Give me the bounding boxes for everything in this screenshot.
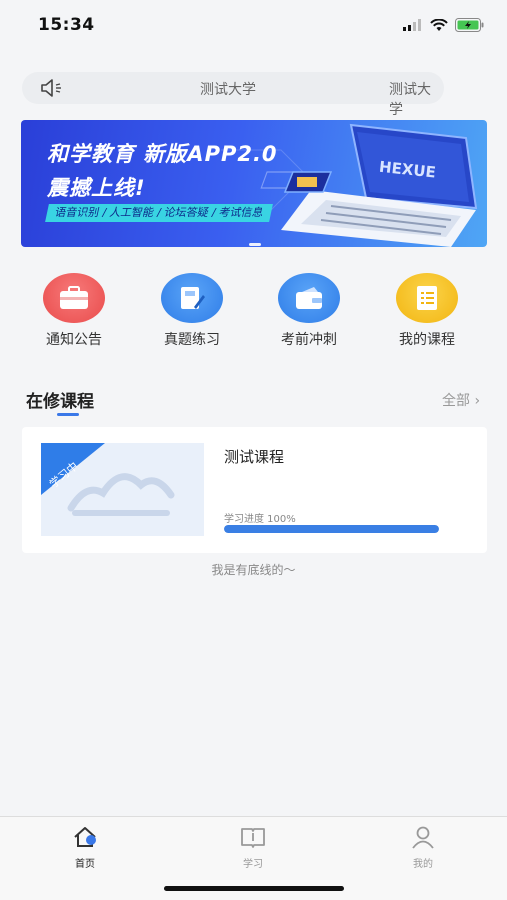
banner-tags: 语音识别 / 人工智能 / 论坛答疑 / 考试信息 bbox=[45, 204, 274, 222]
end-of-list-text: 我是有底线的～ bbox=[211, 563, 296, 577]
tab-home[interactable]: 首页 bbox=[55, 825, 115, 870]
menu-label: 真题练习 bbox=[164, 332, 220, 348]
speaker-icon bbox=[41, 79, 61, 97]
user-icon bbox=[412, 826, 434, 849]
course-card[interactable]: 学习中 测试课程 学习进度 100% bbox=[22, 427, 487, 553]
briefcase-icon bbox=[43, 273, 105, 323]
tab-label: 我的 bbox=[413, 859, 433, 870]
menu-practice[interactable]: 真题练习 bbox=[142, 273, 242, 349]
notice-item[interactable]: 测试大学 bbox=[389, 79, 444, 119]
progress-bar bbox=[224, 525, 439, 533]
banner-subtitle: 震撼上线! bbox=[47, 176, 146, 200]
menu-label: 考前冲刺 bbox=[281, 332, 337, 348]
chevron-right-icon: › bbox=[474, 393, 481, 409]
promo-banner[interactable]: 和学教育 新版APP2.0 震撼上线! 语音识别 / 人工智能 / 论坛答疑 /… bbox=[21, 120, 487, 247]
battery-icon bbox=[455, 18, 484, 32]
tab-label: 学习 bbox=[243, 859, 263, 870]
status-time: 15:34 bbox=[38, 15, 95, 35]
status-bar: 15:34 bbox=[0, 0, 507, 50]
menu-label: 我的课程 bbox=[399, 332, 455, 348]
status-icons bbox=[403, 18, 485, 32]
view-all-link[interactable]: 全部 › bbox=[442, 390, 480, 410]
home-icon bbox=[74, 827, 96, 847]
course-title: 测试课程 bbox=[224, 448, 285, 466]
menu-sprint[interactable]: 考前冲刺 bbox=[259, 273, 359, 349]
tab-label: 首页 bbox=[75, 859, 95, 870]
section-underline bbox=[57, 413, 79, 416]
banner-title: 和学教育 新版APP2.0 bbox=[47, 142, 278, 166]
signal-icon bbox=[403, 19, 421, 31]
banner-pager bbox=[249, 232, 261, 247]
home-indicator bbox=[164, 886, 344, 891]
book-icon bbox=[241, 828, 265, 848]
mountain-placeholder-icon: 学习中 bbox=[41, 443, 175, 516]
course-thumbnail: 学习中 bbox=[41, 443, 204, 536]
wallet-icon bbox=[278, 273, 340, 323]
tab-profile[interactable]: 我的 bbox=[393, 825, 453, 870]
book-pen-icon bbox=[161, 273, 223, 323]
laptop-illustration: HEXUE bbox=[281, 123, 478, 247]
menu-my-courses[interactable]: 我的课程 bbox=[377, 273, 477, 349]
section-title: 在修课程 bbox=[26, 392, 94, 412]
notice-bar[interactable]: 测试大学 测试大学 bbox=[22, 72, 444, 118]
menu-label: 通知公告 bbox=[46, 332, 102, 348]
tab-study[interactable]: 学习 bbox=[223, 825, 283, 870]
notice-item[interactable]: 测试大学 bbox=[200, 79, 256, 99]
menu-notices[interactable]: 通知公告 bbox=[24, 273, 124, 349]
view-all-label[interactable]: 全部 bbox=[442, 393, 470, 409]
progress-fill bbox=[224, 525, 439, 533]
scroll-icon bbox=[396, 273, 458, 323]
progress-label: 学习进度 100% bbox=[224, 514, 296, 525]
wifi-icon bbox=[430, 18, 448, 31]
